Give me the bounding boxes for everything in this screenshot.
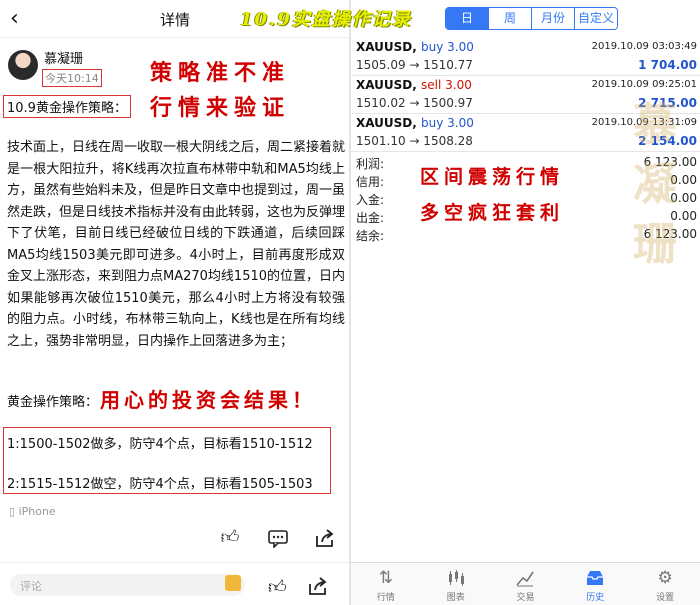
page-title: 详情 <box>160 11 191 29</box>
bottom-tab-bar: ⇅ 行情 图表 交易 历史 ⚙ 设置 <box>351 562 700 605</box>
comment-icon[interactable] <box>268 528 288 549</box>
tab-trade[interactable]: 交易 <box>491 563 561 605</box>
trade-symbol: XAUUSD, sell 3.00 <box>356 78 472 92</box>
trade-symbol: XAUUSD, buy 3.00 <box>356 116 474 130</box>
trade-symbol: XAUUSD, buy 3.00 <box>356 40 474 54</box>
trade-side: buy 3.00 <box>421 116 474 130</box>
thumbs-up-icon[interactable]: 👍︎ <box>268 576 287 598</box>
trade-profit: 1 704.00 <box>638 58 697 72</box>
author-name[interactable]: 慕凝珊 <box>44 48 83 67</box>
post-time: 今天10:14 <box>42 69 102 87</box>
strategy-plan: 1:1500-1502做多，防守4个点，目标看1510-1512 <box>3 427 331 461</box>
post-detail-panel: ‹ 详情 慕凝珊 今天10:14 策略准不准 10.9黄金操作策略： 行情来验证… <box>0 0 349 605</box>
watermark: 慕凝珊 <box>633 99 677 270</box>
period-segmented-control: 日 周 月份 自定义 <box>445 7 618 30</box>
callout-text: 行情来验证 <box>150 95 291 121</box>
trade-side: sell 3.00 <box>421 78 472 92</box>
strategy-plan: 2:1515-1512做空，防守4个点，目标看1505-1503 <box>3 461 331 494</box>
trade-icon <box>514 568 536 588</box>
segment-month[interactable]: 月份 <box>531 8 574 29</box>
chart-icon <box>445 568 467 588</box>
trade-prices: 1501.10 → 1508.28 <box>356 134 473 148</box>
post-body: 技术面上，日线在周一收取一根大阴线之后，周二紧接着就是一根大阳拉升，将K线再次拉… <box>7 140 346 349</box>
comment-input[interactable]: 评论 <box>10 574 245 596</box>
comment-bar: 评论 👍︎ <box>0 562 349 605</box>
segment-custom[interactable]: 自定义 <box>574 8 617 29</box>
tab-chart[interactable]: 图表 <box>421 563 491 605</box>
trade-side: buy 3.00 <box>421 40 474 54</box>
quotes-icon: ⇅ <box>378 568 394 588</box>
trade-date: 2019.10.09 03:03:49 <box>591 41 697 52</box>
thumbs-up-icon[interactable]: 👍︎ <box>220 528 240 548</box>
chevron-left-icon[interactable]: ‹ <box>10 6 19 31</box>
trade-row[interactable]: XAUUSD, buy 3.00 2019.10.09 03:03:49 150… <box>351 38 700 76</box>
callout-text: 用心的投资会结果！ <box>100 388 316 412</box>
tab-history[interactable]: 历史 <box>560 563 630 605</box>
callout-text: 区间震荡行情 <box>420 166 565 188</box>
tab-quotes[interactable]: ⇅ 行情 <box>351 563 421 605</box>
trade-prices: 1510.02 → 1500.97 <box>356 96 473 110</box>
post-topic: 10.9黄金操作策略： <box>3 95 131 118</box>
avatar[interactable] <box>8 50 38 80</box>
history-icon <box>584 568 606 588</box>
share-icon[interactable] <box>308 576 328 601</box>
device-name: iPhone <box>18 505 56 518</box>
trade-prices: 1505.09 → 1510.77 <box>356 58 473 72</box>
trade-date: 2019.10.09 09:25:01 <box>591 79 697 90</box>
gift-icon[interactable] <box>225 575 241 591</box>
settings-icon: ⚙ <box>657 568 673 588</box>
banner-title: 10.9实盘操作记录 <box>240 9 412 30</box>
device-label: ▯ iPhone <box>9 505 56 518</box>
segment-day[interactable]: 日 <box>446 8 488 29</box>
segment-week[interactable]: 周 <box>488 8 531 29</box>
callout-text: 多空疯狂套利 <box>420 202 565 224</box>
strategy-label: 黄金操作策略： <box>7 395 99 410</box>
callout-text: 策略准不准 <box>150 60 291 86</box>
share-icon[interactable] <box>315 528 335 548</box>
phone-icon: ▯ <box>9 505 16 518</box>
tab-settings[interactable]: ⚙ 设置 <box>630 563 700 605</box>
